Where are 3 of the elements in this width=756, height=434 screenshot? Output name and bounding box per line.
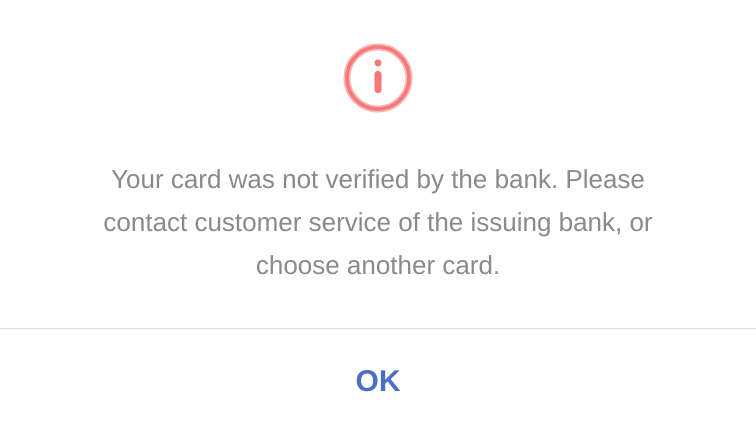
message-text: Your card was not verified by the bank. Please contact customer service of the issuing bank, or choose another card. [102, 163, 654, 282]
ok-button[interactable]: OK [0, 329, 756, 434]
info-icon [342, 42, 414, 114]
